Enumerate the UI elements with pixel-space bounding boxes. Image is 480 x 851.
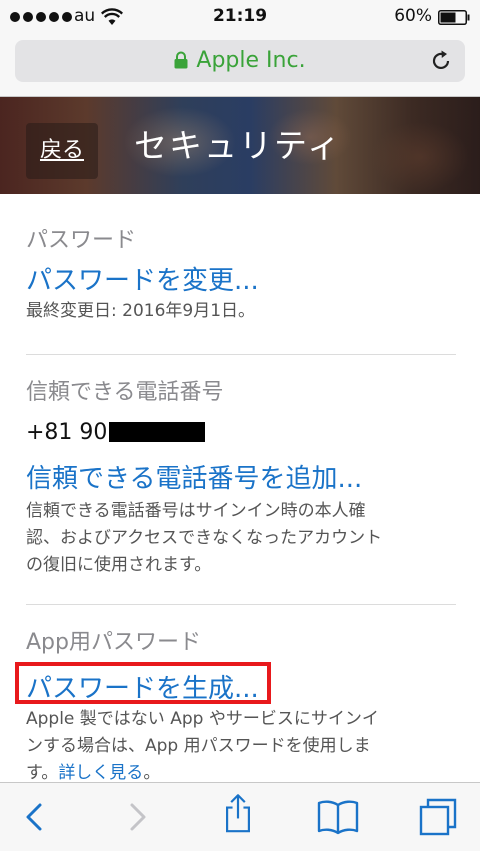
trusted-phone-note: 信頼できる電話番号はサインイン時の本人確 認、およびアクセスできなくなったアカウ…	[26, 498, 456, 579]
chevron-right-icon[interactable]	[118, 797, 158, 837]
page-title: セキュリティ	[134, 126, 343, 165]
note-text: 。	[143, 763, 161, 782]
app-password-note: Apple 製ではない App やサービスにサインイ ンする場合は、App 用パ…	[26, 706, 456, 782]
security-content: パスワード パスワードを変更... 最終変更日: 2016年9月1日。 信頼でき…	[0, 194, 480, 782]
note-line: Apple 製ではない App やサービスにサインイ	[26, 709, 379, 729]
section-divider	[26, 604, 456, 605]
note-line: 認、およびアクセスできなくなったアカウント	[26, 528, 383, 548]
browser-address-area: Apple Inc.	[0, 36, 480, 97]
trusted-phone-number: +81 90	[26, 420, 206, 445]
back-button[interactable]: 戻る	[26, 123, 98, 179]
bookmarks-icon[interactable]	[316, 797, 360, 837]
site-domain: Apple Inc.	[196, 48, 306, 73]
app-password-section-title: App用パスワード	[26, 630, 201, 655]
reload-icon[interactable]	[429, 49, 453, 73]
lock-icon	[174, 51, 188, 69]
change-password-link[interactable]: パスワードを変更...	[26, 260, 259, 297]
tabs-icon[interactable]	[418, 797, 458, 837]
add-trusted-phone-link[interactable]: 信頼できる電話番号を追加...	[26, 458, 362, 495]
status-bar: au 21:19 60%	[0, 0, 480, 36]
note-text: す。	[26, 763, 59, 782]
address-bar[interactable]: Apple Inc.	[15, 40, 465, 82]
note-line: 信頼できる電話番号はサインイン時の本人確	[26, 501, 366, 521]
password-section-title: パスワード	[26, 228, 137, 253]
page-header-banner: 戻る セキュリティ	[0, 97, 480, 194]
battery-percentage: 60%	[394, 6, 432, 26]
share-icon[interactable]	[218, 793, 258, 833]
chevron-left-icon[interactable]	[14, 797, 54, 837]
browser-toolbar	[0, 782, 480, 851]
generate-password-link[interactable]: パスワードを生成...	[26, 668, 259, 705]
password-last-changed: 最終変更日: 2016年9月1日。	[26, 301, 256, 321]
note-line: す。詳しく見る。	[26, 760, 456, 782]
trusted-phone-section-title: 信頼できる電話番号	[26, 380, 224, 405]
note-line: の復旧に使用されます。	[26, 555, 212, 575]
note-line: ンする場合は、App 用パスワードを使用しま	[26, 736, 371, 756]
learn-more-link[interactable]: 詳しく見る	[58, 763, 143, 782]
phone-number-prefix: +81 90	[26, 420, 108, 445]
phone-number-redaction	[109, 422, 206, 442]
battery-icon	[438, 10, 470, 25]
section-divider	[26, 354, 456, 355]
